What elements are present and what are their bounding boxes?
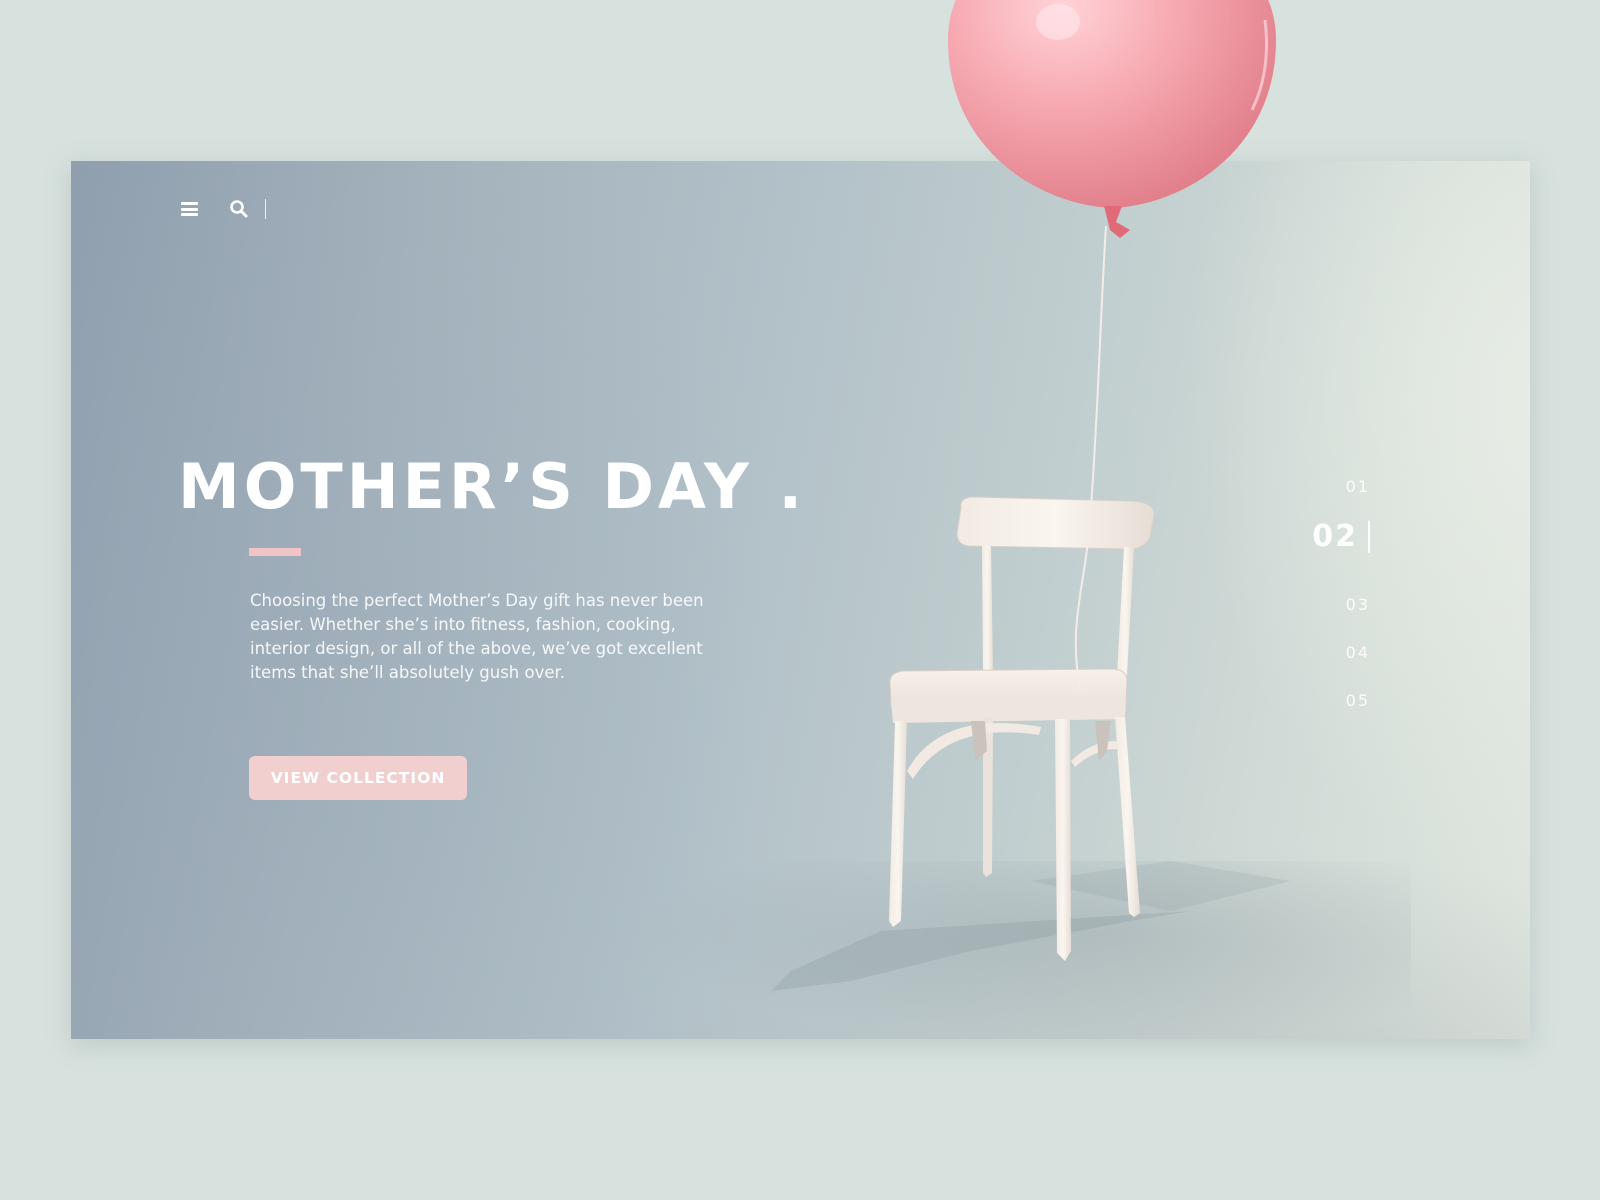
hero-description: Choosing the perfect Mother’s Day gift h… — [250, 591, 704, 682]
hamburger-menu-icon[interactable] — [181, 202, 198, 216]
pager-item-03[interactable]: 03 — [1346, 595, 1370, 614]
pager-item-05[interactable]: 05 — [1346, 691, 1370, 710]
title-underline-accent — [249, 548, 301, 556]
view-collection-button[interactable]: VIEW COLLECTION — [249, 756, 467, 800]
pager-item-02-active[interactable]: 02 — [1312, 519, 1370, 554]
search-icon[interactable] — [229, 199, 249, 219]
hero-banner: MOTHER’S DAY . Choosing the perfect Moth… — [71, 161, 1530, 1039]
toolbar-divider — [265, 199, 266, 219]
pager-item-04[interactable]: 04 — [1346, 643, 1370, 662]
top-toolbar — [181, 199, 266, 219]
page-title: MOTHER’S DAY . — [178, 450, 807, 523]
pager-item-01[interactable]: 01 — [1346, 477, 1370, 496]
